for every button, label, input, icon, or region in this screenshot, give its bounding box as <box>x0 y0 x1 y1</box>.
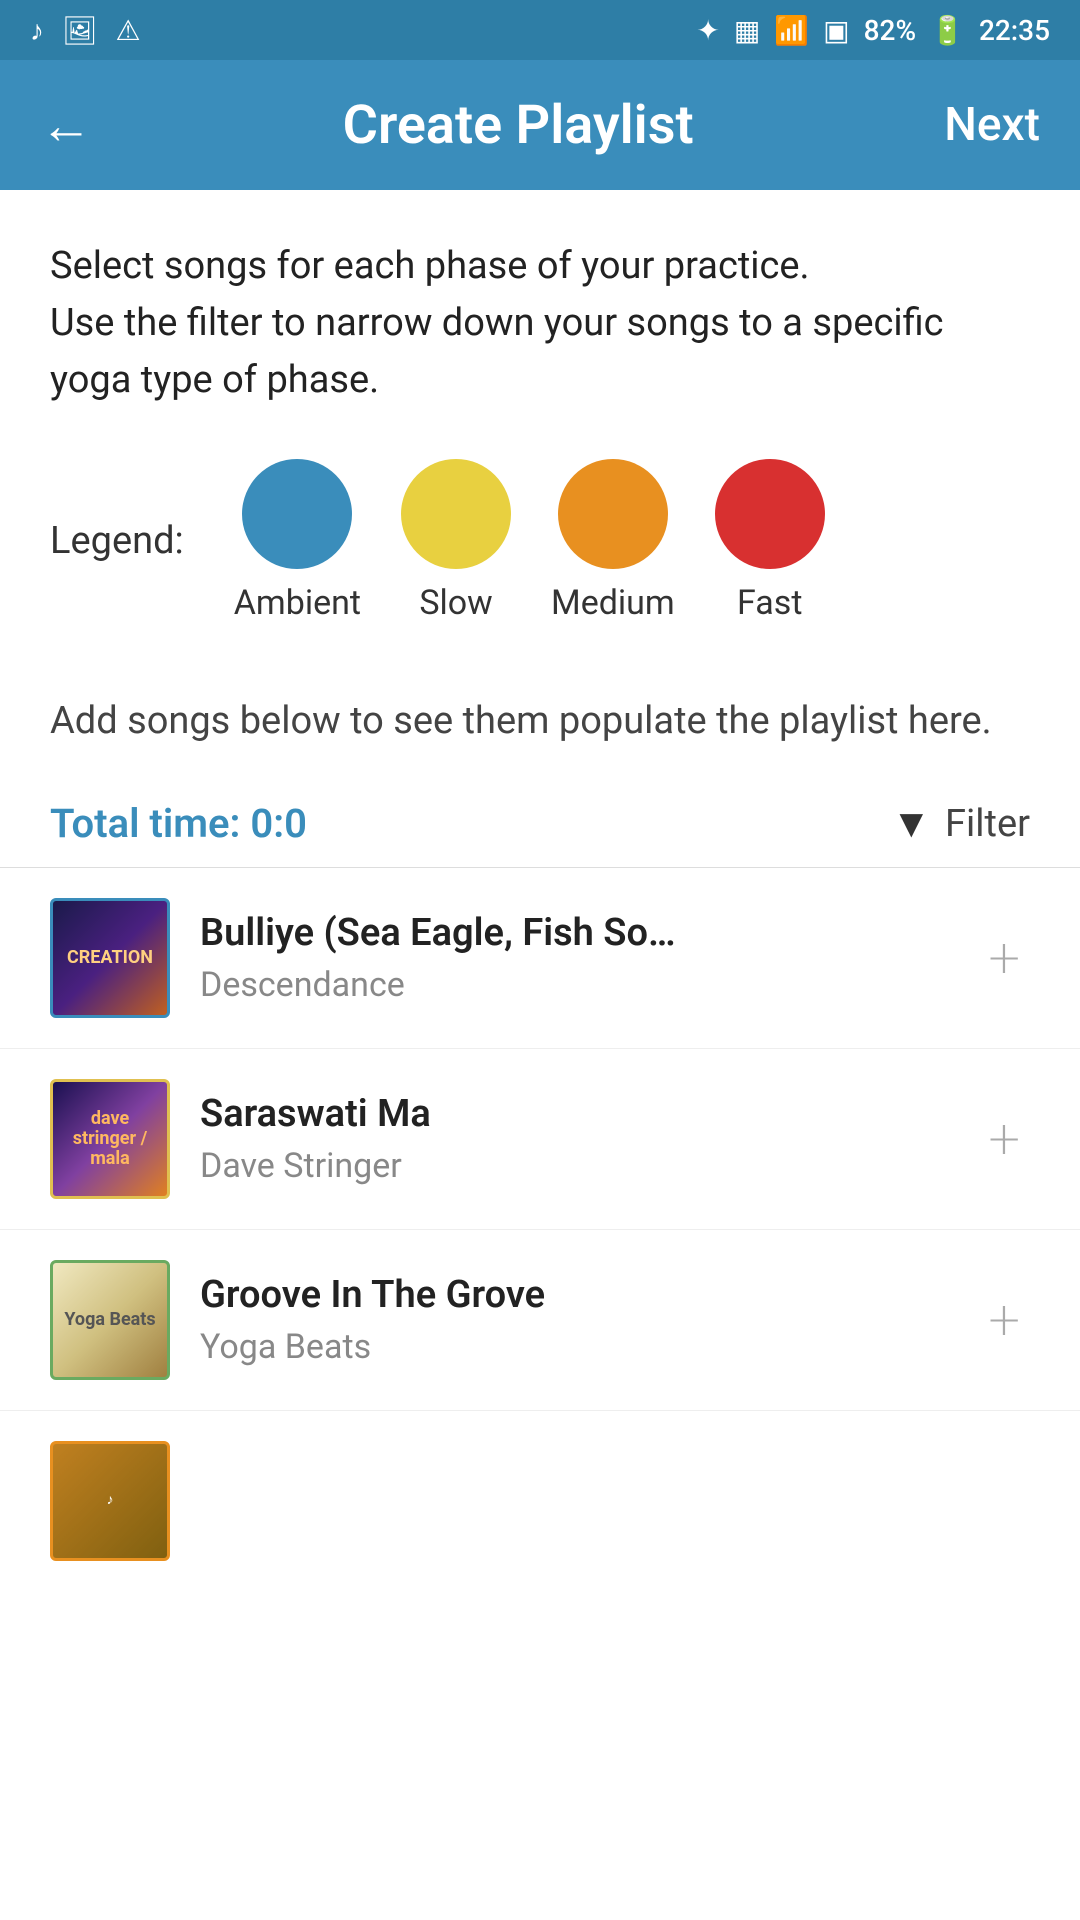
song-artwork-2: dave stringer / mala <box>50 1079 170 1199</box>
medium-circle <box>558 459 668 569</box>
ambient-label: Ambient <box>234 583 361 623</box>
status-right-info: ✦ ▦ 📶 ▣ 82% 🔋 22:35 <box>696 14 1050 47</box>
song-title-1: Bulliye (Sea Eagle, Fish So… <box>200 911 978 955</box>
song-info-3: Groove In The Grove Yoga Beats <box>200 1273 978 1367</box>
artwork-text-3: Yoga Beats <box>56 1302 163 1338</box>
artwork-text-2: dave stringer / mala <box>53 1101 167 1176</box>
artwork-text-partial: ♪ <box>99 1485 122 1516</box>
legend-item-slow: Slow <box>401 459 511 623</box>
slow-circle <box>401 459 511 569</box>
alert-icon: ⚠ <box>116 14 141 47</box>
song-artwork-partial: ♪ <box>50 1441 170 1561</box>
filter-button[interactable]: ▼ Filter <box>891 800 1030 847</box>
song-artist-3: Yoga Beats <box>200 1327 978 1367</box>
image-icon: 🖼 <box>62 14 98 47</box>
total-time: Total time: 0:0 <box>50 800 307 847</box>
legend-section: Legend: Ambient Slow Medium Fast <box>0 439 1080 663</box>
song-item-2: dave stringer / mala Saraswati Ma Dave S… <box>0 1049 1080 1230</box>
instruction-line2: Use the filter to narrow down your songs… <box>50 301 944 402</box>
song-item-1: CREATION Bulliye (Sea Eagle, Fish So… De… <box>0 868 1080 1049</box>
song-title-3: Groove In The Grove <box>200 1273 978 1317</box>
filter-label: Filter <box>945 802 1030 846</box>
next-button[interactable]: Next <box>944 98 1040 152</box>
toolbar-row: Total time: 0:0 ▼ Filter <box>0 770 1080 867</box>
song-artist-1: Descendance <box>200 965 978 1005</box>
slow-label: Slow <box>419 583 492 623</box>
battery-icon: 🔋 <box>930 14 965 47</box>
instruction-line1: Select songs for each phase of your prac… <box>50 244 810 288</box>
legend-item-fast: Fast <box>715 459 825 623</box>
battery-percent: 82% <box>864 14 916 47</box>
song-title-2: Saraswati Ma <box>200 1092 978 1136</box>
legend-label: Legend: <box>50 519 184 563</box>
vibrate-icon: ▦ <box>734 14 760 47</box>
app-header: ← Create Playlist Next <box>0 60 1080 190</box>
time-display: 22:35 <box>979 14 1050 47</box>
instructions-text: Select songs for each phase of your prac… <box>0 190 1080 439</box>
song-item-partial: ♪ <box>0 1411 1080 1561</box>
song-artist-2: Dave Stringer <box>200 1146 978 1186</box>
fast-label: Fast <box>737 583 802 623</box>
status-bar: ♪ 🖼 ⚠ ✦ ▦ 📶 ▣ 82% 🔋 22:35 <box>0 0 1080 60</box>
add-song-button-2[interactable]: + <box>978 1101 1030 1177</box>
song-artwork-1: CREATION <box>50 898 170 1018</box>
add-song-button-3[interactable]: + <box>978 1282 1030 1358</box>
artwork-text-1: CREATION <box>59 940 161 976</box>
add-song-button-1[interactable]: + <box>978 920 1030 996</box>
status-left-icons: ♪ 🖼 ⚠ <box>30 14 141 47</box>
legend-items: Ambient Slow Medium Fast <box>234 459 825 623</box>
filter-icon: ▼ <box>891 800 931 847</box>
song-list: CREATION Bulliye (Sea Eagle, Fish So… De… <box>0 868 1080 1561</box>
song-info-2: Saraswati Ma Dave Stringer <box>200 1092 978 1186</box>
wifi-icon: 📶 <box>774 14 809 47</box>
legend-item-medium: Medium <box>551 459 675 623</box>
bluetooth-icon: ✦ <box>696 14 719 47</box>
song-info-1: Bulliye (Sea Eagle, Fish So… Descendance <box>200 911 978 1005</box>
sd-icon: ▣ <box>823 14 849 47</box>
song-item-3: Yoga Beats Groove In The Grove Yoga Beat… <box>0 1230 1080 1411</box>
add-songs-note: Add songs below to see them populate the… <box>0 663 1080 770</box>
legend-item-ambient: Ambient <box>234 459 361 623</box>
medium-label: Medium <box>551 583 675 623</box>
page-title: Create Playlist <box>92 94 944 157</box>
main-content: Select songs for each phase of your prac… <box>0 190 1080 1920</box>
back-button[interactable]: ← <box>40 95 92 156</box>
song-artwork-3: Yoga Beats <box>50 1260 170 1380</box>
fast-circle <box>715 459 825 569</box>
music-icon: ♪ <box>30 14 44 47</box>
ambient-circle <box>242 459 352 569</box>
